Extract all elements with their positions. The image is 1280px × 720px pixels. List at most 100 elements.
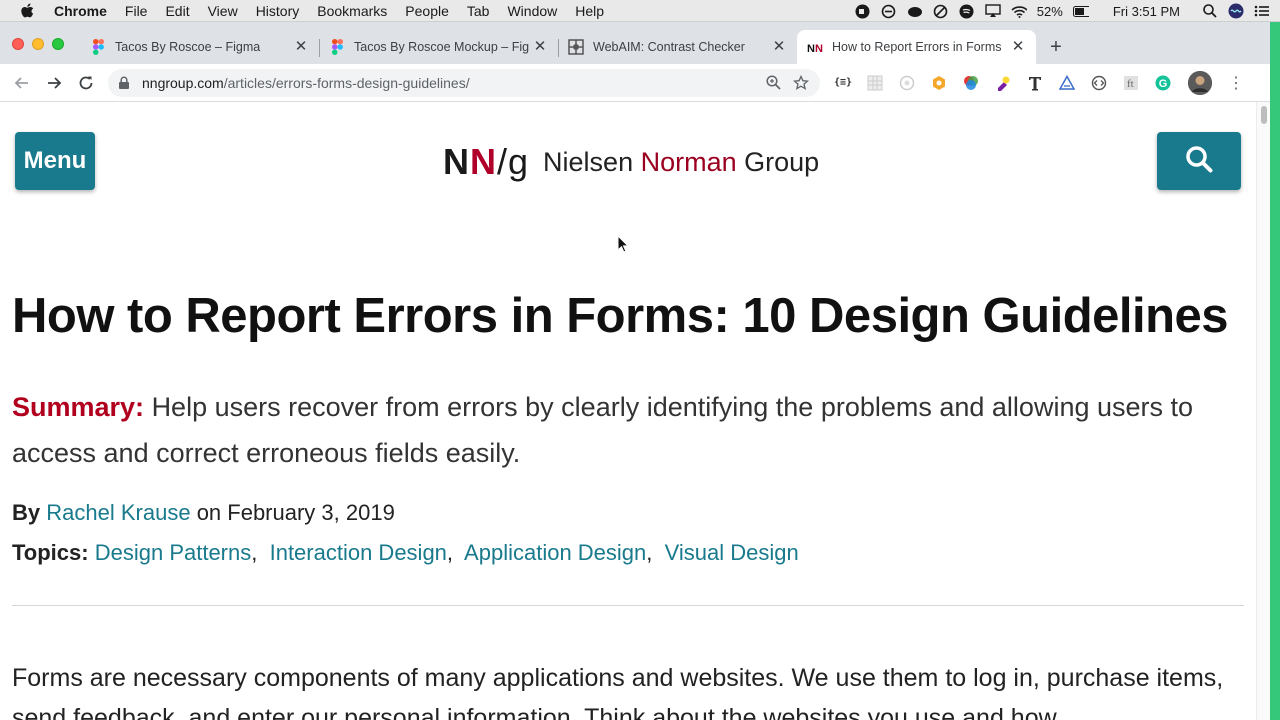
page-ruler-extension-icon[interactable]: ft <box>1120 72 1142 94</box>
article-title: How to Report Errors in Forms: 10 Design… <box>12 289 1229 343</box>
tab-figma-2[interactable]: Tacos By Roscoe Mockup – Fig ✕ <box>319 30 558 64</box>
screen-record-icon[interactable] <box>855 3 871 19</box>
menu-history[interactable]: History <box>256 3 300 19</box>
window-maximize-button[interactable] <box>52 38 64 50</box>
logo-name-nielsen: Nielsen <box>543 146 634 177</box>
forward-button[interactable] <box>38 67 70 99</box>
author-link[interactable]: Rachel Krause <box>46 500 190 525</box>
menu-tab[interactable]: Tab <box>467 3 490 19</box>
back-button[interactable] <box>6 67 38 99</box>
new-tab-icon[interactable]: + <box>1042 30 1070 64</box>
grid-extension-icon[interactable] <box>864 72 886 94</box>
window-minimize-button[interactable] <box>32 38 44 50</box>
battery-percent: 52% <box>1036 3 1063 19</box>
menu-edit[interactable]: Edit <box>165 3 189 19</box>
tab-title: Tacos By Roscoe – Figma <box>115 40 261 54</box>
nng-logo-mark: NN/g <box>443 141 529 183</box>
hexagon-extension-icon[interactable] <box>928 72 950 94</box>
apple-icon[interactable] <box>20 3 36 19</box>
notification-center-icon[interactable] <box>1254 3 1270 19</box>
browser-tab-strip: Tacos By Roscoe – Figma ✕ Tacos By Rosco… <box>0 22 1270 64</box>
topics-label: Topics: <box>12 540 89 565</box>
vpn-icon[interactable] <box>933 3 949 19</box>
tab-title: How to Report Errors in Forms <box>832 40 1002 54</box>
web-page: Menu NN/g Nielsen Norman Group How to Re… <box>0 102 1256 720</box>
tab-figma-1[interactable]: Tacos By Roscoe – Figma ✕ <box>80 30 319 64</box>
menu-app-chrome[interactable]: Chrome <box>54 3 107 19</box>
url-path: /articles/errors-forms-design-guidelines… <box>223 74 470 91</box>
article-byline: By Rachel Krause on February 3, 2019 <box>12 500 395 526</box>
zoom-icon[interactable] <box>762 72 784 94</box>
airplay-icon[interactable] <box>985 3 1001 19</box>
font-extension-icon[interactable] <box>1024 72 1046 94</box>
menu-window[interactable]: Window <box>507 3 557 19</box>
lock-icon[interactable] <box>118 76 132 90</box>
sync-icon[interactable] <box>881 3 897 19</box>
logo-mark-g: g <box>508 141 530 182</box>
scrollbar-thumb[interactable] <box>1261 106 1267 124</box>
grammarly-extension-icon[interactable]: G <box>1152 72 1174 94</box>
menu-view[interactable]: View <box>208 3 238 19</box>
menu-help[interactable]: Help <box>575 3 604 19</box>
figma-icon <box>329 39 345 55</box>
tab-title: Tacos By Roscoe Mockup – Fig <box>354 40 530 54</box>
search-icon <box>1185 145 1213 178</box>
webaim-icon <box>568 39 584 55</box>
logo-mark-n1: N <box>443 141 470 182</box>
svg-text:N: N <box>807 43 815 53</box>
macos-menu-bar: Chrome File Edit View History Bookmarks … <box>0 0 1280 22</box>
article-summary: Summary: Help users recover from errors … <box>12 384 1252 476</box>
spotify-icon[interactable] <box>959 3 975 19</box>
screenshot-extension-icon[interactable] <box>896 72 918 94</box>
menu-clock[interactable]: Fri 3:51 PM <box>1113 4 1180 19</box>
topic-link-interaction-design[interactable]: Interaction Design <box>270 540 447 565</box>
tab-close-icon[interactable]: ✕ <box>532 39 548 55</box>
tab-close-icon[interactable]: ✕ <box>293 39 309 55</box>
svg-text:N: N <box>815 43 823 53</box>
desktop-background-edge <box>1270 22 1280 720</box>
address-bar[interactable]: nngroup.com/articles/errors-forms-design… <box>108 68 820 97</box>
page-scrollbar[interactable] <box>1256 102 1270 720</box>
url-host: nngroup.com <box>142 74 224 91</box>
color-picker-extension-icon[interactable] <box>960 72 982 94</box>
svg-text:ft: ft <box>1127 78 1134 90</box>
logo-mark-n2: N <box>470 141 497 182</box>
json-viewer-extension-icon[interactable]: {≡} <box>832 72 854 94</box>
publish-date: on February 3, 2019 <box>196 500 395 525</box>
battery-icon[interactable] <box>1072 3 1089 19</box>
window-close-button[interactable] <box>12 38 24 50</box>
tab-webaim[interactable]: WebAIM: Contrast Checker ✕ <box>558 30 797 64</box>
reload-button[interactable] <box>70 67 102 99</box>
tab-nngroup-active[interactable]: NN How to Report Errors in Forms ✕ <box>797 30 1036 64</box>
code-extension-icon[interactable] <box>1088 72 1110 94</box>
mouse-cursor-icon <box>617 235 629 253</box>
tab-close-icon[interactable]: ✕ <box>1010 39 1026 55</box>
topic-link-design-patterns[interactable]: Design Patterns <box>95 540 252 565</box>
tab-list: Tacos By Roscoe – Figma ✕ Tacos By Rosco… <box>80 30 1070 64</box>
site-menu-button[interactable]: Menu <box>15 132 95 190</box>
menu-people[interactable]: People <box>405 3 449 19</box>
svg-text:G: G <box>1159 78 1168 90</box>
menu-bookmarks[interactable]: Bookmarks <box>317 3 387 19</box>
profile-avatar[interactable] <box>1188 70 1212 95</box>
cloud-icon[interactable] <box>907 3 923 19</box>
site-logo[interactable]: NN/g Nielsen Norman Group <box>443 140 819 184</box>
logo-mark-slash: / <box>497 141 509 182</box>
browser-menu-icon[interactable]: ⋮ <box>1226 71 1246 95</box>
spotlight-search-icon[interactable] <box>1202 3 1218 19</box>
wifi-icon[interactable] <box>1011 3 1027 19</box>
figma-icon <box>90 39 106 55</box>
logo-name-norman: Norman <box>640 146 737 177</box>
tab-close-icon[interactable]: ✕ <box>771 39 787 55</box>
nng-icon: NN <box>807 39 823 55</box>
siri-icon[interactable] <box>1228 3 1244 19</box>
article-topics: Topics: Design Patterns, Interaction Des… <box>12 540 799 565</box>
site-search-button[interactable] <box>1157 132 1241 190</box>
topic-link-visual-design[interactable]: Visual Design <box>665 540 799 565</box>
colorzilla-extension-icon[interactable] <box>992 72 1014 94</box>
topic-link-application-design[interactable]: Application Design <box>464 540 646 565</box>
bookmark-star-icon[interactable] <box>790 72 812 94</box>
accessibility-extension-icon[interactable] <box>1056 72 1078 94</box>
menu-file[interactable]: File <box>125 3 148 19</box>
byline-label: By <box>12 500 41 525</box>
